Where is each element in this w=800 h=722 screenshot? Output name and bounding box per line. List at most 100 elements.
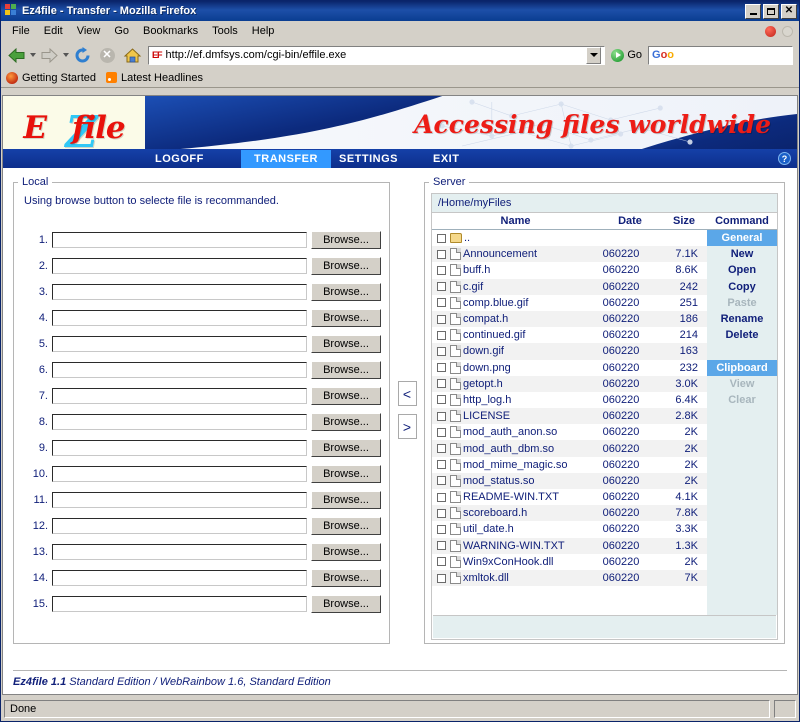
file-row[interactable]: mod_status.so 060220 2K [432,472,707,489]
bookmark-latest-headlines[interactable]: Latest Headlines [106,72,203,84]
file-row[interactable]: continued.gif 060220 214 [432,327,707,343]
local-file-input[interactable] [52,518,307,534]
file-name[interactable]: getopt.h [463,378,590,390]
nav-item-logoff[interactable]: LOGOFF [155,150,241,168]
local-file-input[interactable] [52,232,307,248]
local-file-input[interactable] [52,492,307,508]
file-row[interactable]: scoreboard.h 060220 7.8K [432,505,707,522]
nav-item-settings[interactable]: SETTINGS [331,150,425,168]
local-file-input[interactable] [52,336,307,352]
file-select-checkbox[interactable] [437,330,446,340]
file-select-checkbox[interactable] [437,492,446,502]
forward-dropdown-icon[interactable] [63,53,69,57]
file-name[interactable]: c.gif [463,281,590,293]
file-select-checkbox[interactable] [437,444,446,454]
command-open-button[interactable]: Open [707,262,777,278]
transfer-to-server-button[interactable]: > [397,414,417,439]
menu-help[interactable]: Help [245,23,282,39]
file-select-checkbox[interactable] [437,460,446,470]
file-name[interactable]: util_date.h [463,523,590,535]
file-name[interactable]: README-WIN.TXT [463,491,590,503]
file-row[interactable]: .. [432,230,707,246]
nav-item-exit[interactable]: EXIT [425,150,519,168]
file-select-checkbox[interactable] [437,249,446,259]
file-select-checkbox[interactable] [437,524,446,534]
local-file-input[interactable] [52,310,307,326]
local-file-input[interactable] [52,466,307,482]
file-select-checkbox[interactable] [437,282,446,292]
notification-icon[interactable] [765,25,776,37]
file-name[interactable]: WARNING-WIN.TXT [463,540,590,552]
file-select-checkbox[interactable] [437,298,446,308]
search-input[interactable]: Goo [648,45,793,65]
file-name[interactable]: mod_auth_anon.so [463,426,590,438]
file-select-checkbox[interactable] [437,573,446,583]
browse-button[interactable]: Browse... [311,231,381,249]
file-name[interactable]: mod_mime_magic.so [463,459,590,471]
command-delete-button[interactable]: Delete [707,327,777,343]
reload-button[interactable] [70,44,94,66]
menu-view[interactable]: View [70,23,108,39]
browse-button[interactable]: Browse... [311,595,381,613]
go-button[interactable]: Go [608,48,645,62]
file-select-checkbox[interactable] [437,314,446,324]
back-dropdown-icon[interactable] [30,53,36,57]
back-button[interactable] [4,44,28,66]
file-name[interactable]: http_log.h [463,394,590,406]
local-file-input[interactable] [52,258,307,274]
file-name[interactable]: mod_auth_dbm.so [463,443,590,455]
bookmark-getting-started[interactable]: Getting Started [6,71,96,84]
browse-button[interactable]: Browse... [311,309,381,327]
file-row[interactable]: LICENSE 060220 2.8K [432,408,707,425]
file-name[interactable]: continued.gif [463,329,590,341]
file-row[interactable]: comp.blue.gif 060220 251 [432,295,707,311]
menu-go[interactable]: Go [107,23,136,39]
local-file-input[interactable] [52,544,307,560]
file-row[interactable]: down.png 060220 232 [432,360,707,376]
local-file-input[interactable] [52,388,307,404]
transfer-to-local-button[interactable]: < [397,381,417,406]
local-file-input[interactable] [52,440,307,456]
browse-button[interactable]: Browse... [311,335,381,353]
file-name[interactable]: LICENSE [463,410,590,422]
url-bar[interactable]: EF http://ef.dmfsys.com/cgi-bin/effile.e… [148,45,606,65]
file-name[interactable]: Announcement [463,248,590,260]
file-name[interactable]: Win9xConHook.dll [463,556,590,568]
browse-button[interactable]: Browse... [311,465,381,483]
browse-button[interactable]: Browse... [311,491,381,509]
file-select-checkbox[interactable] [437,346,446,356]
command-copy-button[interactable]: Copy [707,279,777,295]
local-file-input[interactable] [52,284,307,300]
file-row[interactable]: README-WIN.TXT 060220 4.1K [432,489,707,505]
file-name[interactable]: buff.h [463,264,590,276]
column-header-date[interactable]: Date [599,213,661,229]
nav-item-transfer[interactable]: TRANSFER [241,149,331,168]
file-select-checkbox[interactable] [437,265,446,275]
browse-button[interactable]: Browse... [311,413,381,431]
local-file-input[interactable] [52,596,307,612]
file-row[interactable]: buff.h 060220 8.6K [432,262,707,278]
file-select-checkbox[interactable] [437,379,446,389]
browse-button[interactable]: Browse... [311,361,381,379]
command-new-button[interactable]: New [707,246,777,262]
file-select-checkbox[interactable] [437,395,446,405]
file-row[interactable]: mod_mime_magic.so 060220 2K [432,457,707,473]
file-row[interactable]: getopt.h 060220 3.0K [432,375,707,392]
minimize-button[interactable] [745,3,761,19]
home-button[interactable] [120,44,144,66]
file-select-checkbox[interactable] [437,508,446,518]
file-row[interactable]: Win9xConHook.dll 060220 2K [432,554,707,570]
command-rename-button[interactable]: Rename [707,311,777,327]
file-select-checkbox[interactable] [437,476,446,486]
help-icon[interactable]: ? [778,152,791,165]
file-select-checkbox[interactable] [437,557,446,567]
close-button[interactable]: ✕ [781,3,797,19]
file-row[interactable]: c.gif 060220 242 [432,278,707,295]
menu-bookmarks[interactable]: Bookmarks [136,23,205,39]
local-file-input[interactable] [52,414,307,430]
file-select-checkbox[interactable] [437,541,446,551]
local-file-input[interactable] [52,570,307,586]
browse-button[interactable]: Browse... [311,257,381,275]
menu-edit[interactable]: Edit [37,23,70,39]
browse-button[interactable]: Browse... [311,387,381,405]
